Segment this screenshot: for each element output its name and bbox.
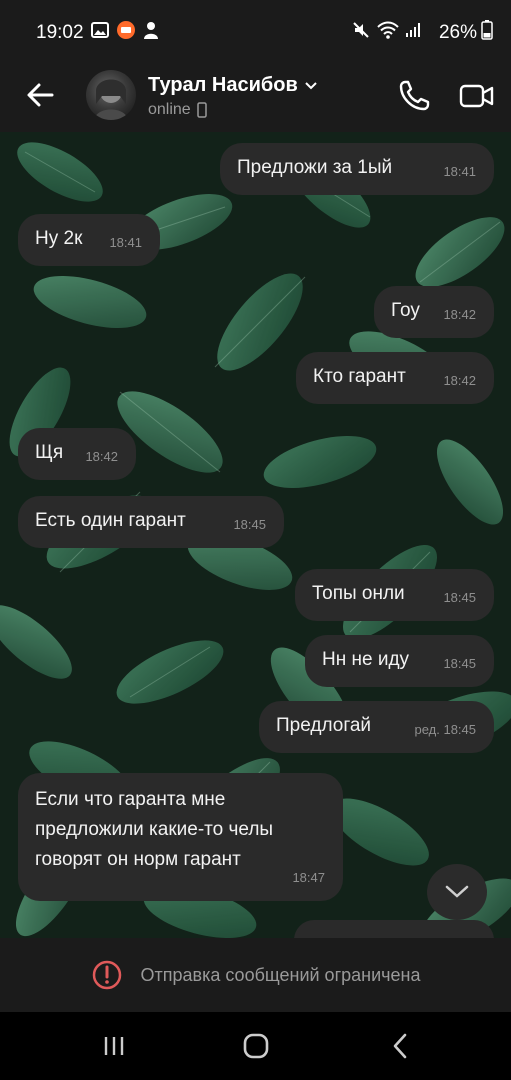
recents-icon xyxy=(104,1037,124,1055)
status-left: 19:02 xyxy=(36,20,159,46)
signal-icon xyxy=(405,22,421,44)
message-outgoing[interactable]: Предлогай ред. 18:45 xyxy=(259,701,494,753)
battery-icon xyxy=(481,20,493,46)
home-button[interactable] xyxy=(236,1030,276,1062)
message-text: Есть один гарант xyxy=(35,510,186,531)
message-time: 18:45 xyxy=(443,590,476,605)
message-time: 18:45 xyxy=(233,517,266,532)
recent-apps-button[interactable] xyxy=(94,1030,134,1062)
message-outgoing[interactable]: Гоу 18:42 xyxy=(374,286,494,338)
message-time: 18:41 xyxy=(109,235,142,250)
wifi-icon xyxy=(377,21,399,45)
mute-icon xyxy=(351,20,371,46)
message-text: Щя xyxy=(35,442,64,463)
message-outgoing[interactable]: Кто гарант 18:42 xyxy=(296,352,494,404)
message-time: 18:41 xyxy=(443,164,476,179)
message-text: Если что гаранта мне предложили какие-то… xyxy=(35,785,273,875)
phone-icon xyxy=(399,80,430,111)
message-text: Кто гарант xyxy=(313,366,406,387)
back-button[interactable] xyxy=(24,79,56,111)
video-camera-icon xyxy=(459,84,494,108)
message-outgoing[interactable]: Нн не иду 18:45 xyxy=(305,635,494,687)
avatar-image xyxy=(94,79,128,120)
chevron-down-icon xyxy=(445,885,469,898)
message-outgoing[interactable]: Топы онли 18:45 xyxy=(295,569,494,621)
chat-area[interactable]: Предложи за 1ый 18:41 Ну 2к 18:41 Гоу 18… xyxy=(0,132,511,938)
contact-status: online xyxy=(148,101,207,119)
phone-device-icon xyxy=(196,102,207,118)
status-time: 19:02 xyxy=(36,22,84,43)
restriction-text: Отправка сообщений ограничена xyxy=(140,964,421,985)
chat-header: Турал Насибов online xyxy=(0,62,511,132)
message-incoming[interactable]: Ну 2к 18:41 xyxy=(18,214,160,266)
back-nav-button[interactable] xyxy=(380,1030,420,1062)
contact-status-text: online xyxy=(148,101,191,118)
scroll-down-button[interactable] xyxy=(427,864,487,920)
message-incoming[interactable]: Щя 18:42 xyxy=(18,428,136,480)
app-notification-icon xyxy=(116,20,136,46)
voice-call-button[interactable] xyxy=(396,78,432,114)
message-time: 18:42 xyxy=(443,373,476,388)
message-time: 18:45 xyxy=(443,656,476,671)
message-time: 18:42 xyxy=(85,449,118,464)
image-notification-icon xyxy=(90,22,109,44)
message-text: Предлогай xyxy=(276,715,372,736)
avatar[interactable] xyxy=(86,70,136,120)
alert-circle-icon xyxy=(92,960,121,990)
chevron-down-icon xyxy=(305,81,317,89)
message-time: ред. 18:45 xyxy=(414,722,476,737)
battery-status: 26% xyxy=(439,20,493,46)
person-notification-icon xyxy=(143,20,159,46)
battery-percent: 26% xyxy=(438,22,477,43)
message-text: Топы онли xyxy=(312,583,405,604)
contact-name-text: Турал Насибов xyxy=(148,74,298,96)
message-text: Ну 2к xyxy=(35,228,83,249)
message-outgoing-partial[interactable] xyxy=(294,920,494,938)
message-text: Нн не иду xyxy=(322,649,410,670)
message-time: 18:42 xyxy=(443,307,476,322)
home-icon xyxy=(243,1033,269,1059)
video-call-button[interactable] xyxy=(458,78,496,114)
chevron-left-icon xyxy=(393,1033,407,1059)
message-line: говорят он норм гарант xyxy=(35,849,241,870)
contact-name[interactable]: Турал Насибов xyxy=(148,74,318,97)
status-right xyxy=(351,20,421,46)
status-bar: 19:02 26% xyxy=(0,0,511,62)
message-incoming[interactable]: Если что гаранта мне предложили какие-то… xyxy=(18,773,343,901)
arrow-left-icon xyxy=(27,83,54,107)
message-time: 18:47 xyxy=(292,870,325,885)
message-incoming[interactable]: Есть один гарант 18:45 xyxy=(18,496,284,548)
message-text: Предложи за 1ый xyxy=(237,157,393,178)
message-text: Гоу xyxy=(391,300,420,321)
restriction-banner: Отправка сообщений ограничена xyxy=(0,938,511,1012)
message-outgoing[interactable]: Предложи за 1ый 18:41 xyxy=(220,143,494,195)
message-line: предложили какие-то челы xyxy=(35,819,274,840)
message-line: Если что гаранта мне xyxy=(35,789,226,810)
system-nav-bar xyxy=(0,1012,511,1080)
